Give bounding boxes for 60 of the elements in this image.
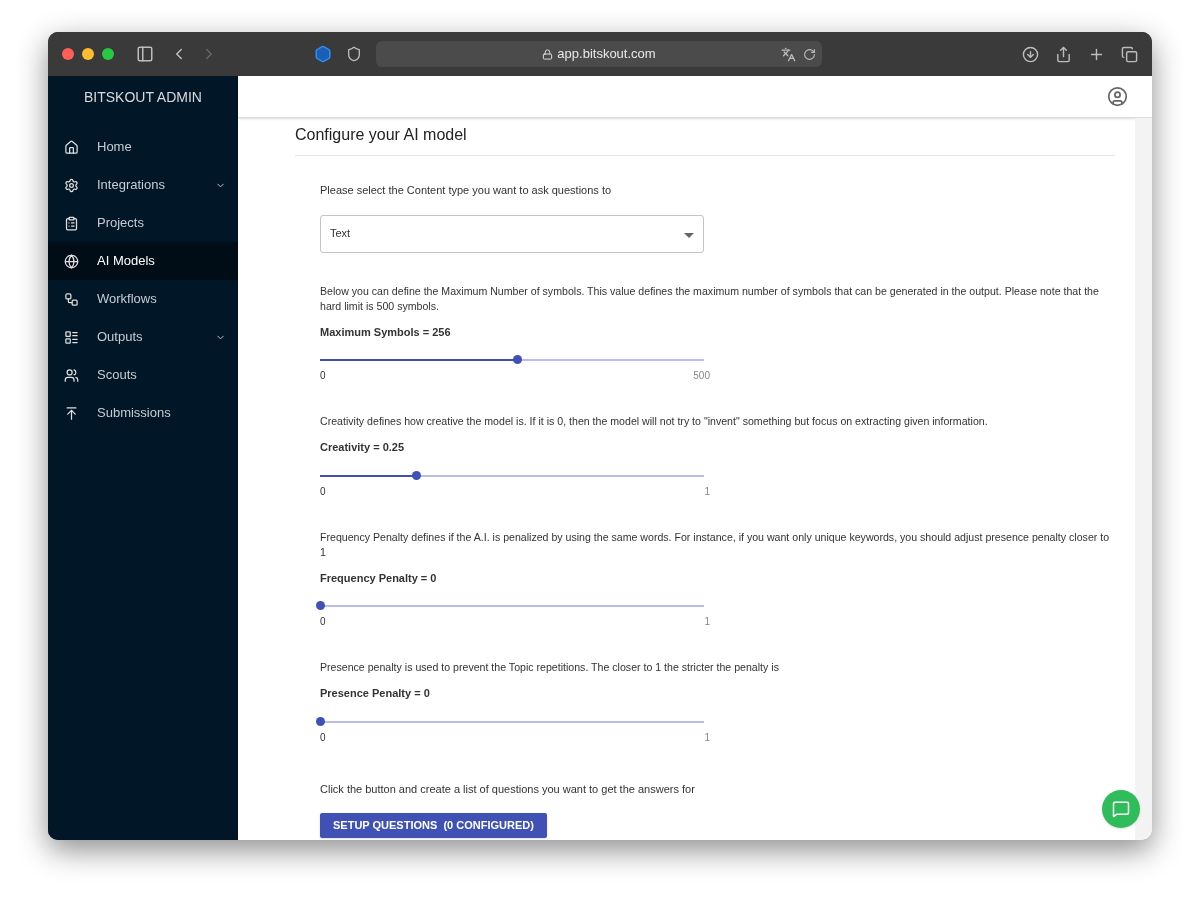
content-type-select[interactable]: Text <box>320 214 704 253</box>
dropdown-caret-icon <box>684 232 694 238</box>
content-type-prompt: Please select the Content type you want to ask questions to <box>320 183 613 198</box>
slider-thumb[interactable] <box>316 716 325 726</box>
sidebar-item[interactable]: AI Models <box>48 242 238 280</box>
setup-questions-button[interactable]: SETUP QUESTIONS (0 CONFIGURED) <box>320 813 547 838</box>
clipboard-icon <box>64 215 79 231</box>
app-title: BITSKOUT ADMIN <box>84 87 202 107</box>
globe-icon <box>64 253 79 269</box>
questions-prompt: Click the button and create a list of questions you want to get the answers for <box>320 781 696 797</box>
settings-icon <box>64 177 79 193</box>
people-icon <box>64 367 79 383</box>
account-icon[interactable] <box>1107 86 1128 107</box>
slider-description: Creativity defines how creative the model is. If it is 0, then the model will not try to "invent" something but focus on extracting given information. <box>320 414 989 429</box>
slider-max: 1 <box>704 484 710 499</box>
slider-max: 1 <box>704 615 710 629</box>
slider-label: Presence Penalty = 0 <box>320 686 431 701</box>
slider-thumb[interactable] <box>512 355 522 364</box>
slider-thumb[interactable] <box>412 470 421 480</box>
slider-description: Presence penalty is used to prevent the Topic repetitions. The closer to 1 the stricter the penalty is <box>320 660 780 675</box>
url-text: app.bitskout.com <box>557 45 656 64</box>
share-icon[interactable] <box>1055 45 1072 63</box>
sidebar-item[interactable]: Workflows <box>48 280 238 318</box>
slider-min: 0 <box>320 484 326 499</box>
home-icon <box>64 139 79 155</box>
minimize-icon[interactable] <box>82 48 94 60</box>
sidebar-item[interactable]: Outputs <box>48 318 238 356</box>
close-icon[interactable] <box>62 48 74 60</box>
slider-max: 500 <box>693 369 710 383</box>
sidebar-icon[interactable] <box>136 45 154 63</box>
sidebar-item[interactable]: Integrations <box>48 166 238 204</box>
list-icon <box>64 329 79 345</box>
slider-description: Below you can define the Maximum Number of symbols. This value defines the maximum number of symbols that can be generated in the output. Please note that the hard limit is 500 symbols. <box>320 283 1100 314</box>
slider-max: 1 <box>704 730 710 745</box>
download-icon[interactable] <box>1022 45 1039 63</box>
slider-label: Creativity = 0.25 <box>320 440 406 455</box>
maximize-icon[interactable] <box>102 48 114 60</box>
sidebar-item[interactable]: Projects <box>48 204 238 242</box>
upload-icon <box>64 405 79 421</box>
sidebar-item[interactable]: Home <box>48 128 238 166</box>
chat-icon <box>1112 800 1130 818</box>
slider-label: Frequency Penalty = 0 <box>320 570 438 586</box>
hierarchy-icon <box>64 291 79 307</box>
tabs-icon[interactable] <box>1121 45 1138 63</box>
address-bar[interactable]: app.bitskout.com <box>376 41 822 67</box>
sidebar-item[interactable]: Submissions <box>48 394 238 432</box>
slider-min: 0 <box>320 615 326 629</box>
slider-thumb[interactable] <box>316 601 325 610</box>
shield-icon[interactable] <box>346 46 362 62</box>
slider-min: 0 <box>320 730 326 745</box>
slider-label: Maximum Symbols = 256 <box>320 324 452 340</box>
slider-track[interactable] <box>320 474 704 477</box>
reload-icon[interactable] <box>803 47 816 61</box>
extension-icon[interactable] <box>314 45 332 63</box>
page-title: Configure your AI model <box>295 123 1115 156</box>
sidebar-item[interactable]: Scouts <box>48 356 238 394</box>
translate-icon[interactable] <box>781 46 796 62</box>
slider-min: 0 <box>320 369 326 383</box>
lock-icon <box>542 48 554 60</box>
slider-description: Frequency Penalty defines if the A.I. is penalized by using the same words. For instance, if you want only unique keywords, you should adjust presence penalty closer to 1 <box>320 529 1110 560</box>
